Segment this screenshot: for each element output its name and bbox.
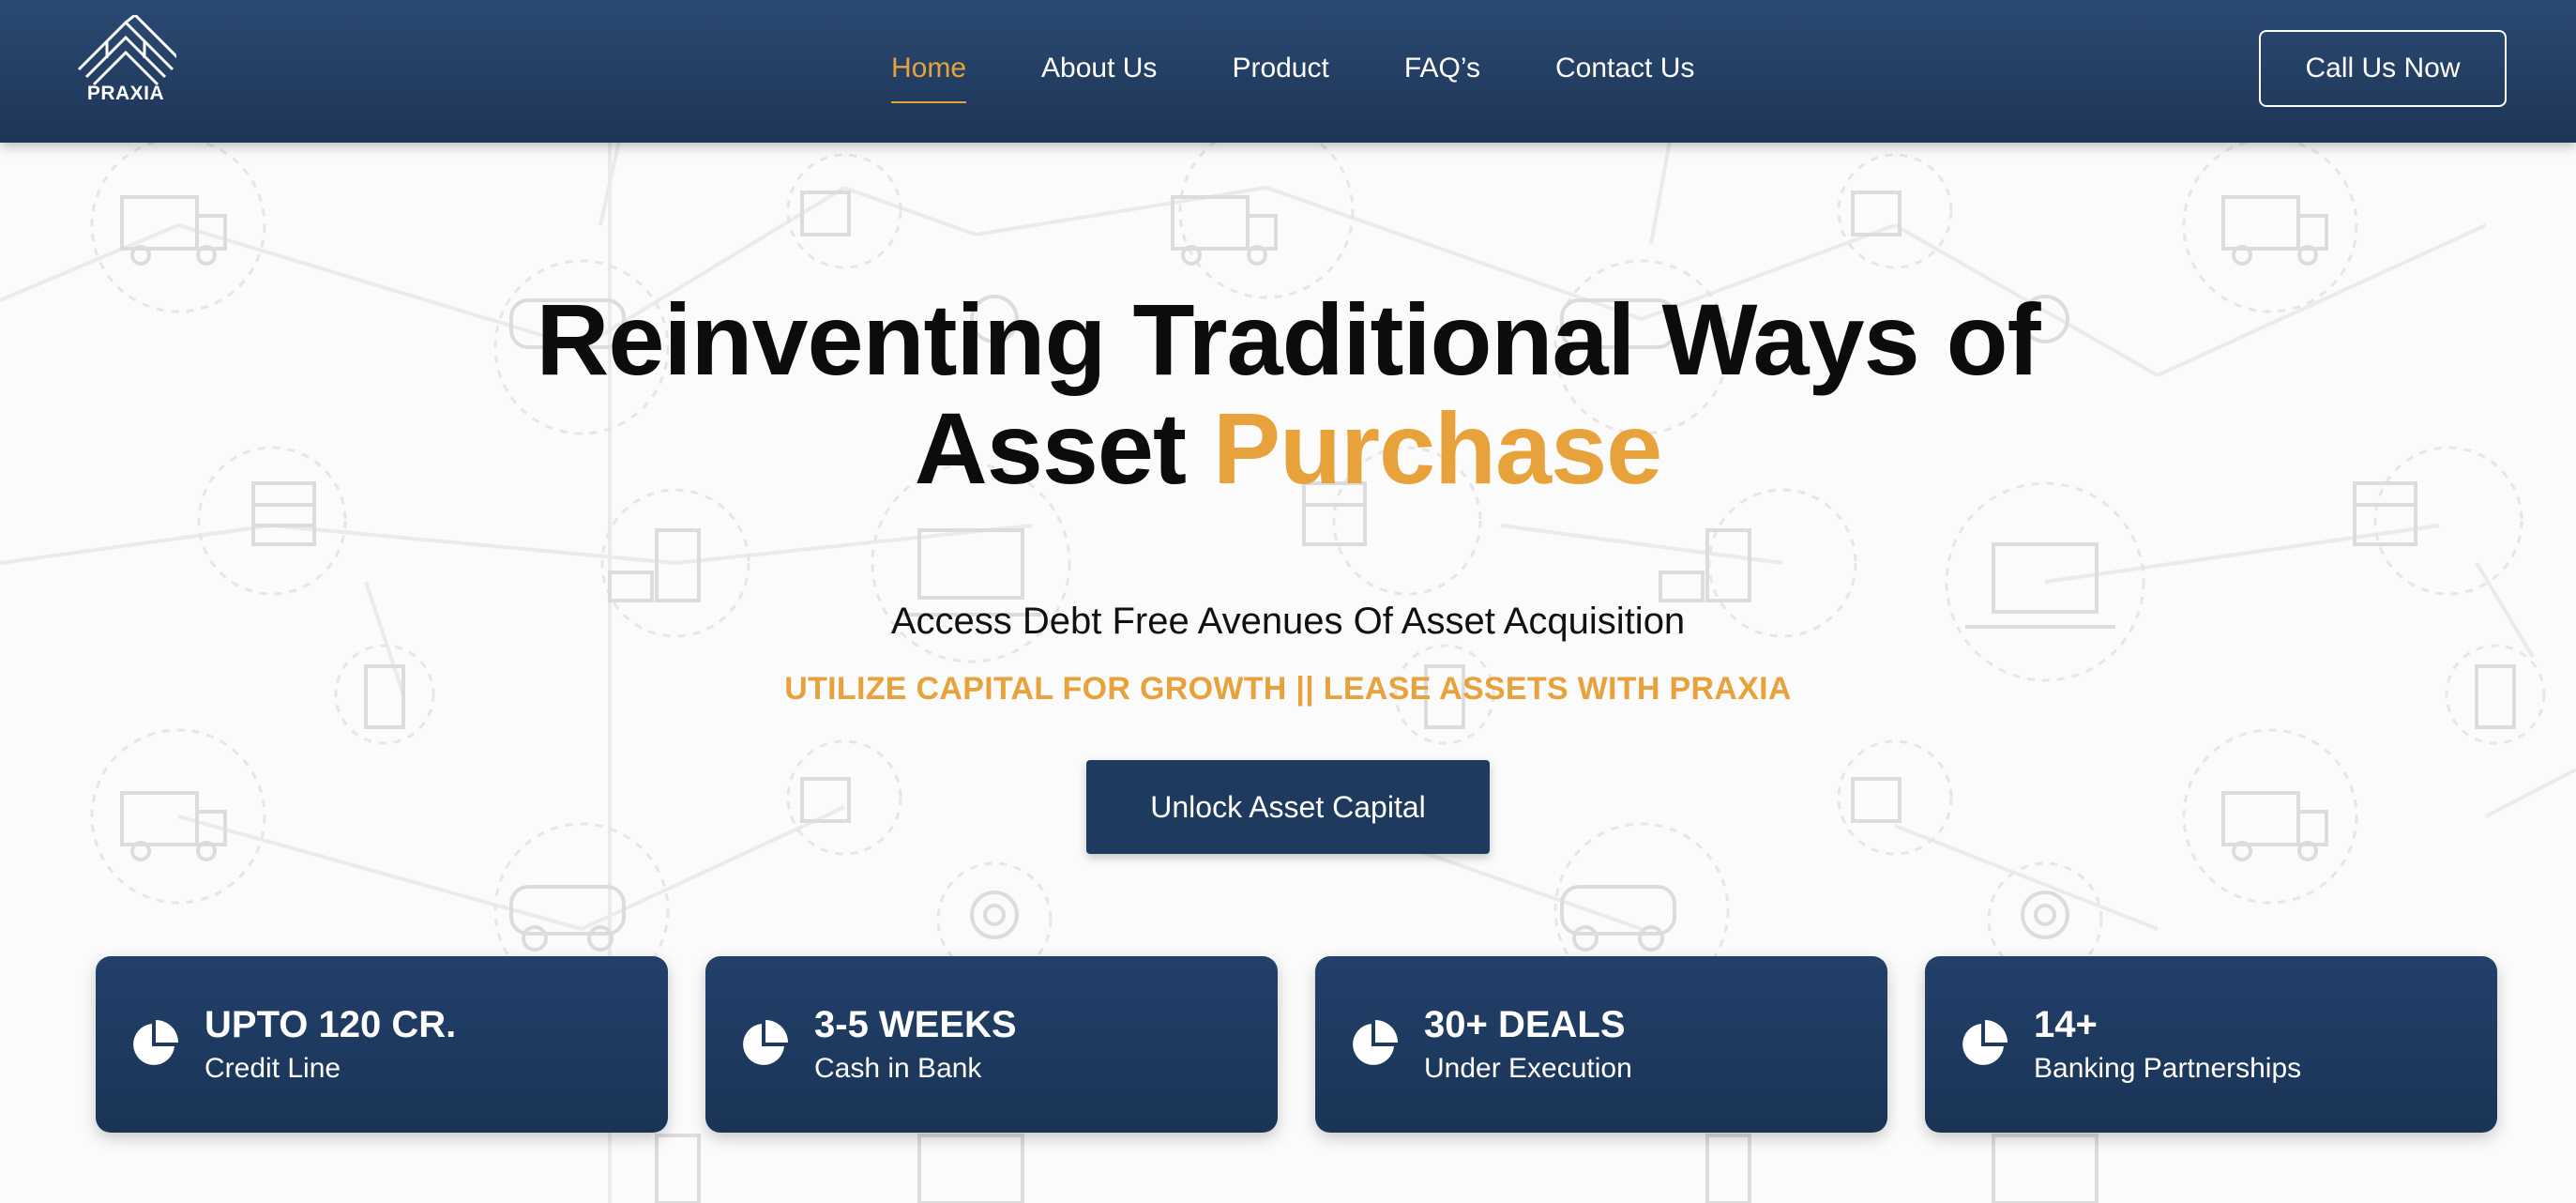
hero-title-accent: Purchase [1212,391,1662,505]
page: PRAXIA Home About Us Product FAQ’s Conta… [0,0,2576,1203]
stat-card: 3-5 WEEKS Cash in Bank [705,956,1278,1133]
hero-tagline: UTILIZE CAPITAL FOR GROWTH || LEASE ASSE… [784,671,1792,707]
unlock-asset-capital-button[interactable]: Unlock Asset Capital [1086,760,1490,854]
nav-home[interactable]: Home [891,49,967,103]
call-us-now-button[interactable]: Call Us Now [2259,30,2507,107]
pie-chart-icon [1353,1020,1398,1065]
stat-card: UPTO 120 CR. Credit Line [96,956,668,1133]
nav-about-us[interactable]: About Us [1041,49,1157,103]
stat-card: 14+ Banking Partnerships [1925,956,2497,1133]
brand-name: PRAXIA [86,83,165,104]
hero-title: Reinventing Traditional Ways of Asset Pu… [0,285,2576,503]
main-nav: Home About Us Product FAQ’s Contact Us [891,49,1694,103]
stats-row: UPTO 120 CR. Credit Line 3-5 WEEKS Cash … [96,956,2497,1133]
pie-chart-icon [1962,1020,2008,1065]
stat-label: Cash in Bank [814,1053,982,1084]
stat-label: Under Execution [1424,1053,1632,1084]
pie-chart-icon [133,1020,178,1065]
stat-value: UPTO 120 CR. [205,1004,457,1045]
nav-faqs[interactable]: FAQ’s [1404,49,1480,103]
stat-value: 14+ [2034,1004,2098,1045]
hero-title-line2-plain: Asset [914,391,1213,505]
hero-subtitle: Access Debt Free Avenues Of Asset Acquis… [890,601,1686,642]
hero-section: Reinventing Traditional Ways of Asset Pu… [0,143,2576,854]
stat-card: 30+ DEALS Under Execution [1315,956,1887,1133]
stat-label: Banking Partnerships [2034,1053,2302,1084]
pie-chart-icon [743,1020,788,1065]
navbar: PRAXIA Home About Us Product FAQ’s Conta… [0,0,2576,143]
stat-value: 30+ DEALS [1424,1004,1626,1045]
nav-contact-us[interactable]: Contact Us [1555,49,1694,103]
stat-label: Credit Line [205,1053,341,1084]
nav-product[interactable]: Product [1232,49,1328,103]
stat-value: 3-5 WEEKS [814,1004,1017,1045]
hero-title-line1: Reinventing Traditional Ways of [536,282,2040,396]
